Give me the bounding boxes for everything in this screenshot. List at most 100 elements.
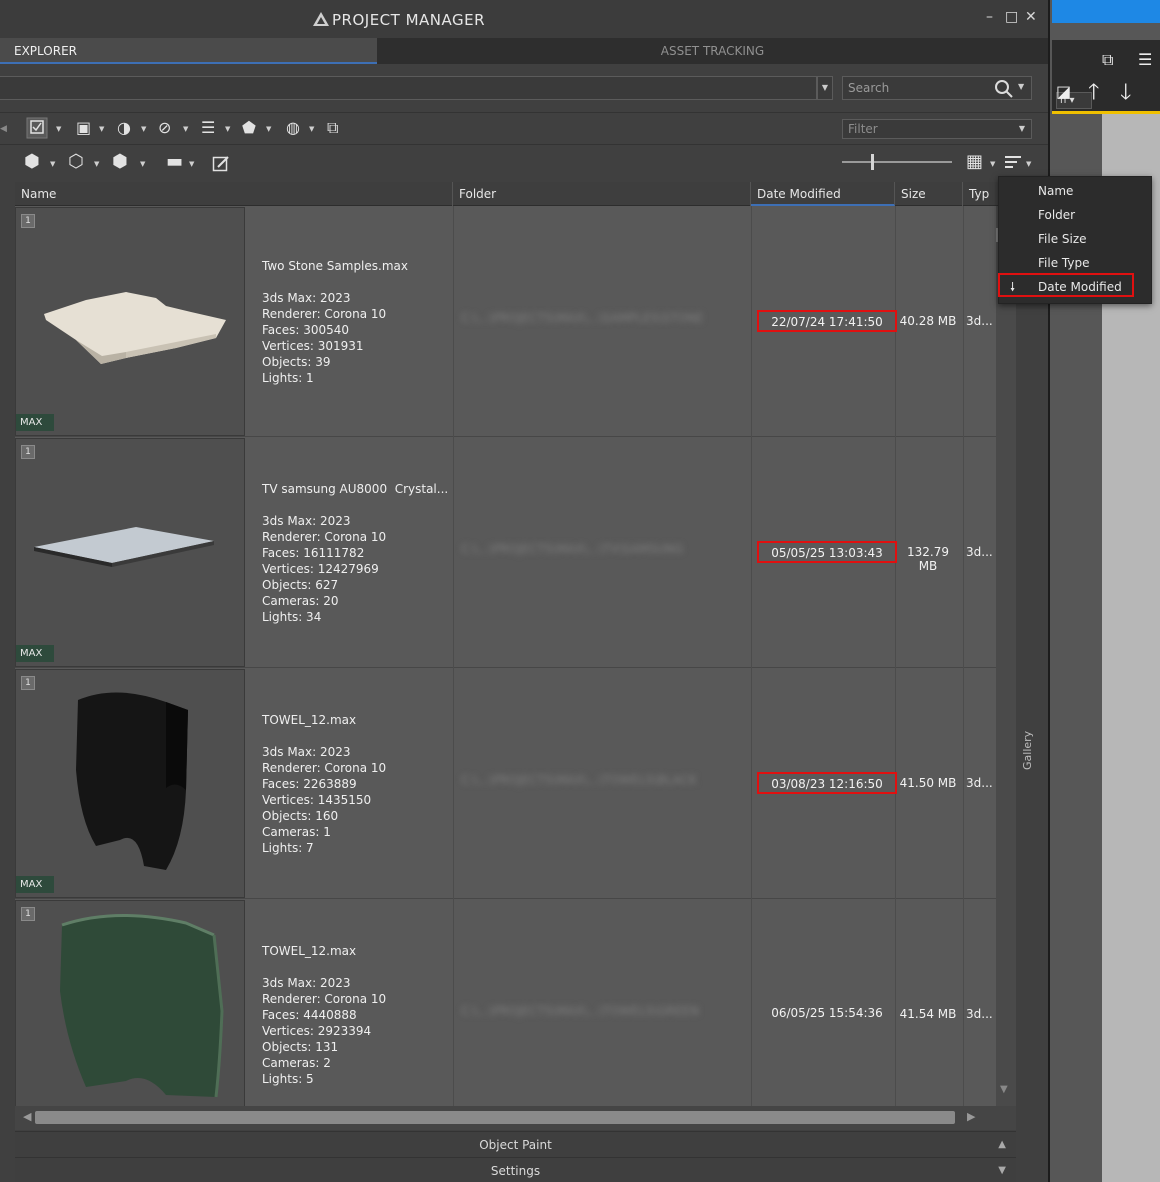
folder-path: C:\...\PROJECTS\MAX\...\TV\SAMSUNG [461, 542, 684, 556]
gallery-side-tab[interactable]: Gallery [1020, 710, 1038, 800]
column-divider [453, 206, 454, 437]
expand-up-icon[interactable]: ▲ [998, 1132, 1006, 1158]
thumbnail-size-slider[interactable] [842, 154, 952, 170]
thumbnail[interactable]: 1 MAX [15, 669, 245, 898]
column-divider [751, 206, 752, 437]
merge-icon[interactable]: ⬢ [24, 153, 40, 171]
slider-thumb[interactable] [871, 154, 874, 170]
folder-path: C:\...\PROJECTS\MAX\...\TOWELS\BLACK [461, 773, 697, 787]
align-icon[interactable]: ☰ [1138, 52, 1152, 68]
minimize-button[interactable]: – [986, 9, 993, 25]
select-files-icon[interactable] [26, 117, 48, 139]
table-row[interactable]: 1 TOWEL_12.max 3ds Max: 2023 Renderer: C… [15, 899, 996, 1106]
max-version-icon[interactable]: ▣ [76, 119, 91, 137]
sort-menu-item-date-modified[interactable]: 🠗 Date Modified [998, 273, 1134, 297]
version-badge: 1 [21, 676, 35, 690]
search-options-dropdown[interactable]: ▼ [1018, 82, 1024, 91]
column-header-date-modified[interactable]: Date Modified [751, 182, 895, 206]
arrow-down-icon[interactable]: 🡓 [1120, 82, 1131, 104]
thumbnail[interactable]: 1 MAX [15, 438, 245, 667]
filter-dropdown[interactable]: Filter ▼ [842, 119, 1032, 139]
column-divider [453, 899, 454, 1106]
table-row[interactable]: 1 MAX TOWEL_12.max 3ds Max: 2023 Rendere… [15, 668, 996, 899]
column-header-folder[interactable]: Folder [453, 182, 751, 206]
date-modified: 06/05/25 15:54:36 [771, 1006, 883, 1020]
renderer-caret[interactable]: ▼ [141, 125, 146, 133]
column-header-type[interactable]: Typ [963, 182, 997, 206]
folder-path: C:\...\PROJECTS\MAX\...\SAMPLES\STONE [461, 311, 704, 325]
sort-menu-item-file-size[interactable]: File Size [999, 227, 1151, 251]
mirror-icon[interactable]: ⧉ [1102, 52, 1113, 68]
list-icon[interactable]: ☰ [201, 119, 215, 137]
object-paint-panel[interactable]: Object Paint ▲ [15, 1131, 1016, 1157]
host-title-bar [1052, 0, 1160, 23]
toolbar-actions: ⬢ ▼ ⬡ ▼ ⬢ ▼ ▬ ▼ ▦ ▼ ▼ [0, 144, 1048, 180]
file-type: 3d... [966, 314, 993, 328]
vertical-scrollbar[interactable]: ▲ ▼ [996, 206, 1016, 1106]
sort-menu-item-folder[interactable]: Folder [999, 203, 1151, 227]
sort-menu-item-file-type[interactable]: File Type [999, 251, 1151, 275]
sort-menu-item-label: Date Modified [1038, 280, 1122, 294]
horizontal-scrollbar[interactable]: ◀ ▶ [15, 1106, 1016, 1130]
xref-caret[interactable]: ▼ [94, 160, 99, 168]
flip-icon[interactable]: ◪ [1056, 84, 1071, 100]
hide-caret[interactable]: ▼ [183, 125, 188, 133]
settings-panel[interactable]: Settings ▼ [15, 1157, 1016, 1182]
scroll-right-icon[interactable]: ▶ [967, 1110, 975, 1123]
folder-icon[interactable]: ▬ [166, 153, 183, 171]
column-header-name[interactable]: Name [15, 182, 453, 206]
edit-icon[interactable] [212, 155, 230, 173]
search-icon[interactable] [994, 79, 1014, 99]
arrow-up-icon[interactable]: 🡑 [1088, 82, 1099, 104]
thumbnail[interactable]: 1 MAX [15, 207, 245, 436]
view-mode-icon[interactable]: ▦ [966, 153, 983, 171]
sort-caret[interactable]: ▼ [1026, 160, 1031, 168]
scroll-down-icon[interactable]: ▼ [1000, 1084, 1008, 1095]
version-badge: 1 [21, 214, 35, 228]
version-badge: 1 [21, 907, 35, 921]
tag-caret[interactable]: ▼ [266, 125, 271, 133]
merge-caret[interactable]: ▼ [50, 160, 55, 168]
color-wheel-caret[interactable]: ▼ [309, 125, 314, 133]
folder-path: C:\...\PROJECTS\MAX\...\TOWELS\GREEN [461, 1004, 700, 1018]
path-dropdown-button[interactable]: ▼ [817, 76, 833, 100]
sort-menu-item-name[interactable]: Name [999, 179, 1151, 203]
scroll-left-icon[interactable]: ◀ [23, 1110, 31, 1123]
renderer-icon[interactable]: ◑ [117, 119, 131, 137]
xref-icon[interactable]: ⬡ [68, 153, 84, 171]
expand-down-icon[interactable]: ▼ [998, 1158, 1006, 1182]
project-manager-window: PROJECT MANAGER – □ ✕ EXPLORER ASSET TRA… [0, 0, 1050, 1182]
column-header-size[interactable]: Size [895, 182, 963, 206]
tab-explorer[interactable]: EXPLORER [0, 38, 377, 64]
view-mode-caret[interactable]: ▼ [990, 160, 995, 168]
sort-icon[interactable] [1004, 154, 1022, 172]
hide-icon[interactable]: ⊘ [158, 119, 171, 137]
file-type: 3d... [966, 776, 993, 790]
date-modified: 05/05/25 13:03:43 [757, 541, 897, 563]
table-row[interactable]: 1 MAX TV samsung AU8000 Crystal... 3ds M… [15, 437, 996, 668]
tab-bar: EXPLORER ASSET TRACKING [0, 38, 1048, 64]
column-divider [453, 668, 454, 899]
max-version-caret[interactable]: ▼ [99, 125, 104, 133]
sort-menu: Name Folder File Size File Type 🠗 Date M… [998, 176, 1152, 304]
copy-icon[interactable]: ⧉ [327, 119, 338, 137]
maximize-button[interactable]: □ [1005, 9, 1018, 25]
proxy-caret[interactable]: ▼ [140, 160, 145, 168]
horizontal-scroll-thumb[interactable] [35, 1111, 955, 1124]
settings-label: Settings [490, 1164, 541, 1178]
tag-icon[interactable]: ⬟ [242, 119, 256, 137]
list-caret[interactable]: ▼ [225, 125, 230, 133]
scroll-left-icon[interactable]: ◀ [0, 120, 7, 138]
color-wheel-icon[interactable]: ◍ [286, 119, 300, 137]
proxy-icon[interactable]: ⬢ [112, 153, 128, 171]
close-button[interactable]: ✕ [1025, 9, 1037, 25]
select-files-caret[interactable]: ▼ [56, 125, 61, 133]
folder-caret[interactable]: ▼ [189, 160, 194, 168]
file-size: 132.79 MB [907, 545, 949, 573]
file-type: 3d... [966, 545, 993, 559]
table-row[interactable]: 1 MAX Two Stone Samples.max 3ds Max: 202… [15, 206, 996, 437]
path-field[interactable] [0, 76, 817, 100]
object-paint-label: Object Paint [479, 1138, 552, 1152]
thumbnail[interactable]: 1 [15, 900, 245, 1106]
tab-asset-tracking[interactable]: ASSET TRACKING [377, 38, 1048, 64]
